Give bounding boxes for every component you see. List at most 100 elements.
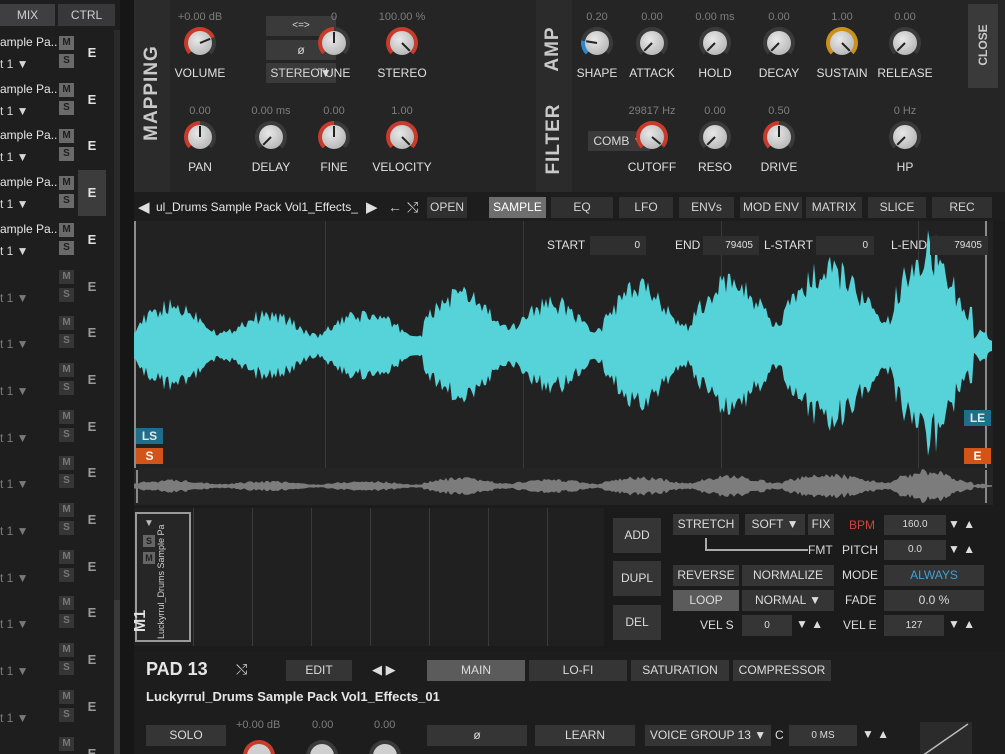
pad-tab-compressor[interactable]: COMPRESSOR <box>733 660 831 681</box>
tab-slice[interactable]: SLICE <box>868 197 926 218</box>
pad-row[interactable]: t 1 ▼ M S E <box>0 497 120 543</box>
learn-button[interactable]: LEARN <box>535 725 635 746</box>
pad-row-channel[interactable]: t 1 ▼ <box>0 104 29 118</box>
knob-dial[interactable] <box>318 121 350 153</box>
shuffle-icon[interactable]: ⤭ <box>407 199 418 216</box>
volume-knob[interactable]: +0.00 dB VOLUME <box>170 10 230 80</box>
start-field[interactable]: 0 <box>590 236 646 255</box>
delay-knob[interactable]: 0.00 ms DELAY <box>241 104 301 174</box>
solo-button[interactable]: S <box>59 661 74 676</box>
pad-edit-button[interactable]: EDIT <box>286 660 352 681</box>
edit-pad-button[interactable]: E <box>78 404 106 450</box>
knob-dial[interactable] <box>318 27 350 59</box>
loop-end-field[interactable]: 79405 <box>930 236 988 255</box>
mute-button[interactable]: M <box>59 36 74 50</box>
solo-button[interactable]: S <box>59 380 74 395</box>
attack-knob[interactable]: 0.00 ATTACK <box>622 10 682 80</box>
slot-menu-icon[interactable]: ▼ <box>144 518 154 529</box>
edit-pad-button[interactable]: E <box>78 217 106 263</box>
cutoff-knob[interactable]: 29817 Hz CUTOFF <box>622 104 682 174</box>
knob-dial[interactable] <box>386 27 418 59</box>
tab-envs[interactable]: ENVs <box>679 197 734 218</box>
pad-row-channel[interactable]: t 1 ▼ <box>0 197 29 211</box>
knob-dial[interactable] <box>889 27 921 59</box>
bpm-stepper[interactable]: ▼ ▲ <box>948 517 975 531</box>
pad-row[interactable]: t 1 ▼ M S E <box>0 731 120 754</box>
fine-knob[interactable]: 0.00 FINE <box>304 104 364 174</box>
vel-end-stepper[interactable]: ▼ ▲ <box>948 617 975 631</box>
tab-sample[interactable]: SAMPLE <box>489 197 546 218</box>
end-field[interactable]: 79405 <box>703 236 759 255</box>
vel-end-field[interactable]: 127 <box>884 615 944 636</box>
next-sample-icon[interactable]: ▶ <box>366 198 378 216</box>
pad-row[interactable]: t 1 ▼ M S E <box>0 404 120 450</box>
solo-button[interactable]: S <box>59 427 74 442</box>
pad-row-channel[interactable]: t 1 ▼ <box>0 477 29 491</box>
loop-start-marker[interactable]: LS <box>136 428 163 444</box>
stretch-mode-select[interactable]: SOFT ▼ <box>745 514 805 535</box>
mute-button[interactable]: M <box>59 269 74 284</box>
pad-row[interactable]: t 1 ▼ M S E <box>0 590 120 636</box>
loop-start-field[interactable]: 0 <box>816 236 874 255</box>
solo-button[interactable]: S <box>59 240 74 255</box>
knob-dial[interactable] <box>763 27 795 59</box>
knob-dial[interactable] <box>699 121 731 153</box>
edit-pad-button[interactable]: E <box>78 77 106 123</box>
knob-dial[interactable] <box>826 27 858 59</box>
duplicate-slot-button[interactable]: DUPL <box>613 561 661 596</box>
pad-row-channel[interactable]: t 1 ▼ <box>0 524 29 538</box>
pad-row-channel[interactable]: t 1 ▼ <box>0 431 29 445</box>
pad-nav-arrows[interactable]: ◀ ▶ <box>372 662 396 678</box>
tune-knob[interactable]: 0 TUNE <box>304 10 364 80</box>
loop-end-marker[interactable]: LE <box>964 410 991 426</box>
pad-row-channel[interactable]: t 1 ▼ <box>0 664 29 678</box>
mute-button[interactable]: M <box>59 316 74 331</box>
tab-lfo[interactable]: LFO <box>619 197 673 218</box>
normalize-button[interactable]: NORMALIZE <box>742 565 834 586</box>
slot-solo-button[interactable]: S <box>143 535 155 547</box>
solo-button[interactable]: S <box>59 287 74 302</box>
mute-button[interactable]: M <box>59 596 74 611</box>
solo-button[interactable]: S <box>59 194 74 209</box>
tab-ctrl[interactable]: CTRL <box>58 4 115 26</box>
fade-field[interactable]: 0.0 % <box>884 590 984 611</box>
knob-dial[interactable] <box>636 27 668 59</box>
pad-tab-main[interactable]: MAIN <box>427 660 525 681</box>
vel-start-field[interactable]: 0 <box>742 615 792 636</box>
pad-row-channel[interactable]: t 1 ▼ <box>0 150 29 164</box>
loop-button[interactable]: LOOP <box>673 590 739 611</box>
tab-mix[interactable]: MIX <box>0 4 55 26</box>
pad-row-channel[interactable]: t 1 ▼ <box>0 711 29 725</box>
tab-mod-env[interactable]: MOD ENV <box>740 197 802 218</box>
bpm-field[interactable]: 160.0 <box>884 515 946 535</box>
reso-knob[interactable]: 0.00 RESO <box>685 104 745 174</box>
pad-row-channel[interactable]: t 1 ▼ <box>0 571 29 585</box>
back-arrow-icon[interactable]: ← <box>388 199 402 215</box>
pad-row[interactable]: t 1 ▼ M S E <box>0 264 120 310</box>
pad-row[interactable]: t 1 ▼ M S E <box>0 310 120 356</box>
pad-row-channel[interactable]: t 1 ▼ <box>0 244 29 258</box>
open-sample-button[interactable]: OPEN <box>427 197 467 218</box>
edit-pad-button[interactable]: E <box>78 357 106 403</box>
pad-row[interactable]: t 1 ▼ M S E <box>0 450 120 496</box>
pad-row-channel[interactable]: t 1 ▼ <box>0 57 29 71</box>
knob-dial[interactable] <box>184 121 216 153</box>
solo-button[interactable]: S <box>59 147 74 162</box>
solo-button[interactable]: SOLO <box>146 725 226 746</box>
voice-time-field[interactable]: 0 MS <box>789 725 857 746</box>
mute-button[interactable]: M <box>59 549 74 564</box>
pitch-stepper[interactable]: ▼ ▲ <box>948 542 975 556</box>
pad-row[interactable]: t 1 ▼ M S E <box>0 357 120 403</box>
edit-pad-button[interactable]: E <box>78 637 106 683</box>
reverse-button[interactable]: REVERSE <box>673 565 739 586</box>
pad-row-channel[interactable]: t 1 ▼ <box>0 337 29 351</box>
mute-button[interactable]: M <box>59 736 74 751</box>
knob-dial[interactable] <box>763 121 795 153</box>
waveform-overview[interactable] <box>134 468 993 505</box>
mute-button[interactable]: M <box>59 643 74 658</box>
mute-button[interactable]: M <box>59 82 74 97</box>
edit-pad-button[interactable]: E <box>78 30 106 76</box>
solo-button[interactable]: S <box>59 474 74 489</box>
mute-button[interactable]: M <box>59 222 74 237</box>
edit-pad-button[interactable]: E <box>78 264 106 310</box>
